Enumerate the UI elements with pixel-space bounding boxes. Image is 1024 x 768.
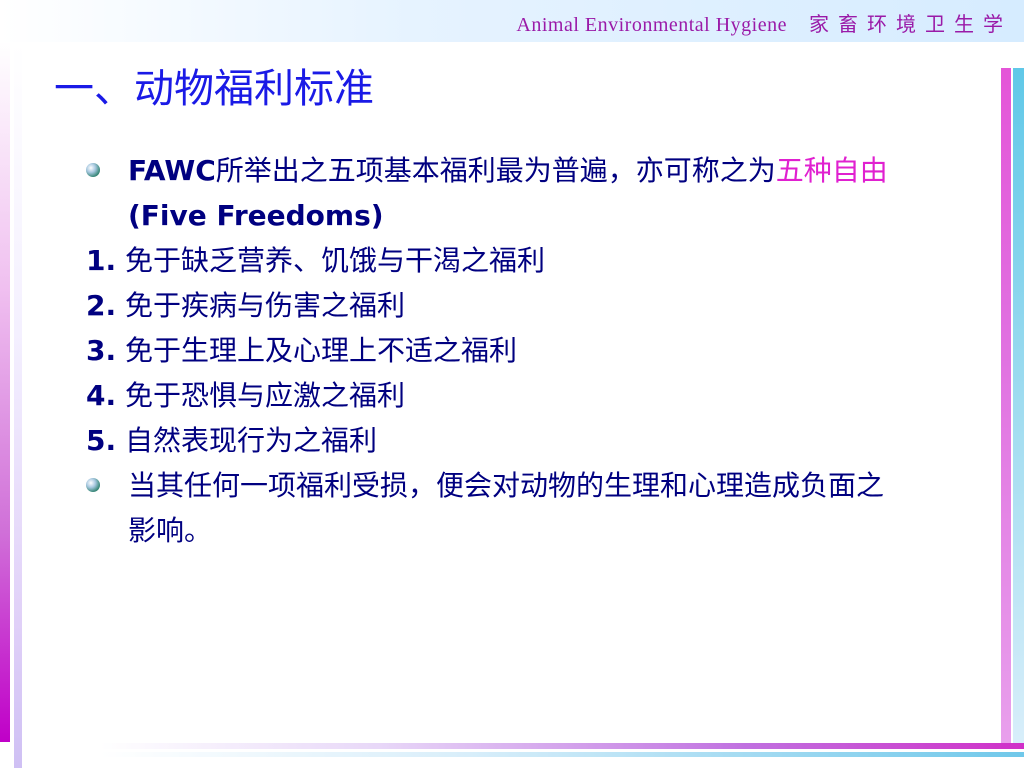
slide-title: 一、动物福利标准 (54, 66, 374, 112)
course-header: Animal Environmental Hygiene 家畜环境卫生学 (516, 8, 1012, 37)
five-freedoms-english: (Five Freedoms) (128, 199, 384, 232)
freedom-text: 免于缺乏营养、饥饿与干渴之福利 (125, 244, 546, 277)
freedom-number: 2. (86, 289, 117, 322)
impact-text: 当其任何一项福利受损，便会对动物的生理和心理造成负面之影响。 (128, 469, 885, 547)
right-decor-bar-magenta (1001, 68, 1011, 744)
course-chinese-title: 家畜环境卫生学 (809, 14, 1012, 36)
freedom-item-3: 3. 免于生理上及心理上不适之福利 (86, 328, 896, 373)
slide-body: FAWC所举出之五项基本福利最为普遍，亦可称之为五种自由 (Five Freedo… (86, 148, 896, 553)
freedom-text: 免于生理上及心理上不适之福利 (125, 334, 518, 367)
freedom-number: 5. (86, 424, 117, 457)
freedom-item-1: 1. 免于缺乏营养、饥饿与干渴之福利 (86, 238, 896, 283)
freedom-number: 4. (86, 379, 117, 412)
freedom-item-4: 4. 免于恐惧与应激之福利 (86, 373, 896, 418)
right-decor-bar-cyan (1013, 68, 1024, 744)
left-decor-bar (0, 42, 10, 742)
bullet-icon (86, 163, 100, 177)
fawc-label: FAWC (128, 154, 216, 187)
freedom-text: 免于恐惧与应激之福利 (125, 379, 406, 412)
freedom-text: 免于疾病与伤害之福利 (125, 289, 406, 322)
freedom-item-2: 2. 免于疾病与伤害之福利 (86, 283, 896, 328)
course-english-title: Animal Environmental Hygiene (516, 14, 787, 36)
freedom-text: 自然表现行为之福利 (125, 424, 378, 457)
freedom-number: 1. (86, 244, 117, 277)
bottom-decor-line-cyan (100, 752, 1024, 757)
bottom-decor-line-magenta (100, 743, 1024, 749)
left-decor-bar-inner (14, 42, 22, 768)
bullet-item-impact: 当其任何一项福利受损，便会对动物的生理和心理造成负面之影响。 (86, 463, 896, 553)
freedom-number: 3. (86, 334, 117, 367)
freedom-item-5: 5. 自然表现行为之福利 (86, 418, 896, 463)
bullet-icon (86, 478, 100, 492)
fawc-text: 所举出之五项基本福利最为普遍，亦可称之为 (215, 154, 776, 187)
five-freedoms-highlight: 五种自由 (775, 154, 888, 187)
bullet-item-fawc: FAWC所举出之五项基本福利最为普遍，亦可称之为五种自由 (Five Freedo… (86, 148, 896, 238)
